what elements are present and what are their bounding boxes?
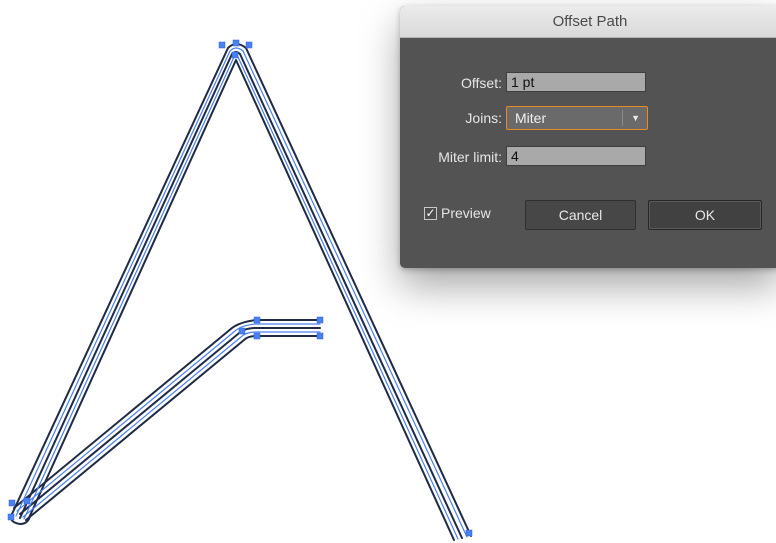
joins-dropdown[interactable]: Miter ▼ <box>506 106 648 130</box>
anchor-point[interactable] <box>253 332 261 340</box>
miter-limit-input[interactable]: 4 <box>506 146 646 166</box>
anchor-point[interactable] <box>238 327 246 335</box>
anchor-point[interactable] <box>465 529 473 537</box>
preview-checkbox[interactable]: ✓ <box>424 207 437 220</box>
joins-selected-value: Miter <box>515 110 547 126</box>
anchor-point[interactable] <box>316 332 324 340</box>
anchor-point[interactable] <box>231 51 239 59</box>
ok-button[interactable]: OK <box>648 200 762 230</box>
anchor-point[interactable] <box>245 41 253 49</box>
anchor-point[interactable] <box>316 316 324 324</box>
offset-path-dialog: Offset Path Offset: 1 pt Joins: Miter ▼ … <box>400 6 776 268</box>
dialog-title[interactable]: Offset Path <box>400 6 776 38</box>
dropdown-divider <box>622 110 623 126</box>
cancel-button[interactable]: Cancel <box>525 200 636 230</box>
chevron-down-icon: ▼ <box>631 113 640 123</box>
anchor-point[interactable] <box>253 316 261 324</box>
offset-label: Offset: <box>461 75 502 91</box>
anchor-point[interactable] <box>218 41 226 49</box>
anchor-point[interactable] <box>7 513 15 521</box>
anchor-point[interactable] <box>8 499 16 507</box>
anchor-point[interactable] <box>232 39 240 47</box>
anchor-point[interactable] <box>23 497 31 505</box>
joins-label: Joins: <box>465 110 502 126</box>
offset-input[interactable]: 1 pt <box>506 72 646 92</box>
preview-label[interactable]: Preview <box>441 203 491 223</box>
miter-limit-label: Miter limit: <box>438 149 502 165</box>
